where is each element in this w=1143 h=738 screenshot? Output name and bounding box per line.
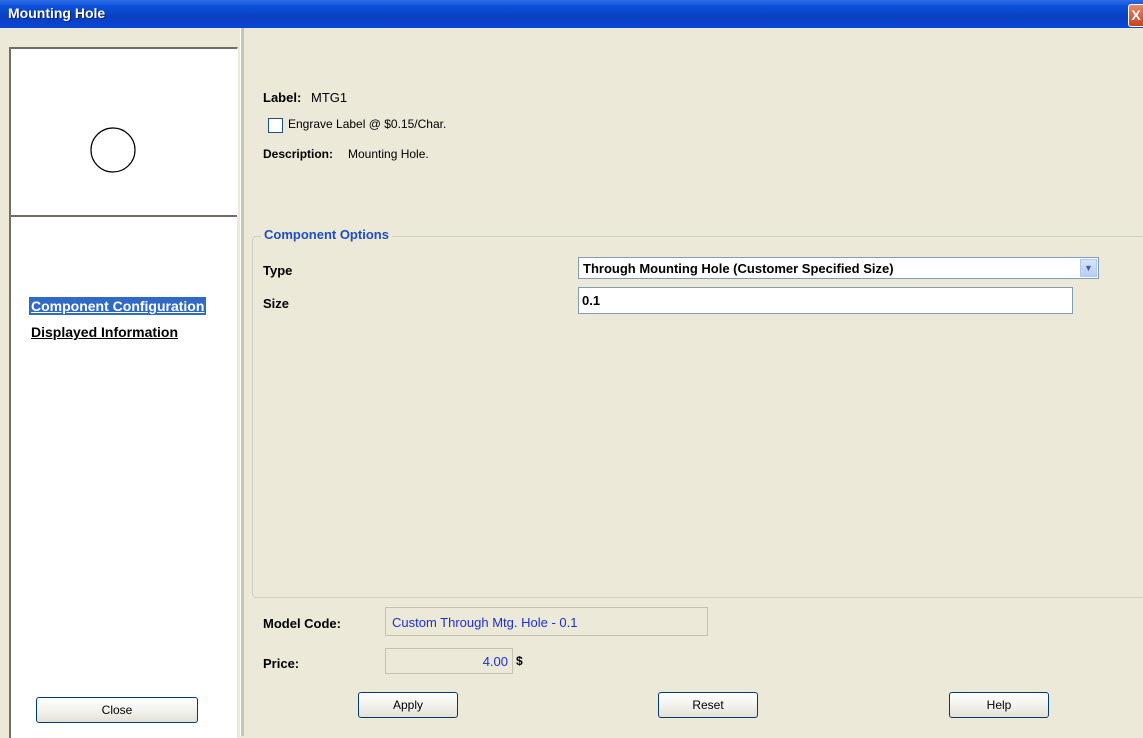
price-label: Price: xyxy=(263,656,300,671)
size-input-value: 0.1 xyxy=(582,293,601,308)
model-code-field: Custom Through Mtg. Hole - 0.1 xyxy=(385,607,708,636)
model-code-label: Model Code: xyxy=(263,616,341,631)
title-bar: Mounting Hole X xyxy=(0,0,1143,28)
chevron-down-icon[interactable]: ▼ xyxy=(1080,259,1097,277)
component-options-title: Component Options xyxy=(261,227,392,242)
engrave-label: Engrave Label @ $0.15/Char. xyxy=(288,117,447,131)
model-code-value: Custom Through Mtg. Hole - 0.1 xyxy=(392,615,578,630)
main-panel: Label: MTG1 Engrave Label @ $0.15/Char. … xyxy=(244,28,1143,736)
nav-item-component-configuration[interactable]: Component Configuration xyxy=(29,297,207,315)
description-value: Mounting Hole. xyxy=(348,147,429,161)
size-label: Size xyxy=(263,296,290,311)
size-input[interactable]: 0.1 xyxy=(578,287,1073,314)
apply-button[interactable]: Apply xyxy=(358,692,458,718)
help-button[interactable]: Help xyxy=(949,692,1049,718)
nav-panel: Component Configuration Displayed Inform… xyxy=(9,215,237,738)
window-title: Mounting Hole xyxy=(8,5,106,21)
engrave-checkbox[interactable] xyxy=(268,118,283,133)
label-value: MTG1 xyxy=(311,90,348,105)
close-button[interactable]: Close xyxy=(36,697,198,723)
price-field: 4.00 xyxy=(385,648,513,674)
type-select[interactable]: Through Mounting Hole (Customer Specifie… xyxy=(578,257,1099,279)
window-close-icon[interactable]: X xyxy=(1128,4,1143,27)
left-pane: Component Configuration Displayed Inform… xyxy=(0,28,240,738)
type-label: Type xyxy=(263,263,293,278)
description-caption: Description: xyxy=(263,147,334,161)
label-caption: Label: xyxy=(263,90,302,105)
circle-outline-icon xyxy=(90,127,136,173)
type-select-value: Through Mounting Hole (Customer Specifie… xyxy=(583,261,894,276)
price-value: 4.00 xyxy=(482,654,508,669)
reset-button[interactable]: Reset xyxy=(658,692,758,718)
nav-item-displayed-information[interactable]: Displayed Information xyxy=(29,323,180,341)
price-currency: $ xyxy=(516,654,523,668)
component-preview xyxy=(9,47,238,216)
